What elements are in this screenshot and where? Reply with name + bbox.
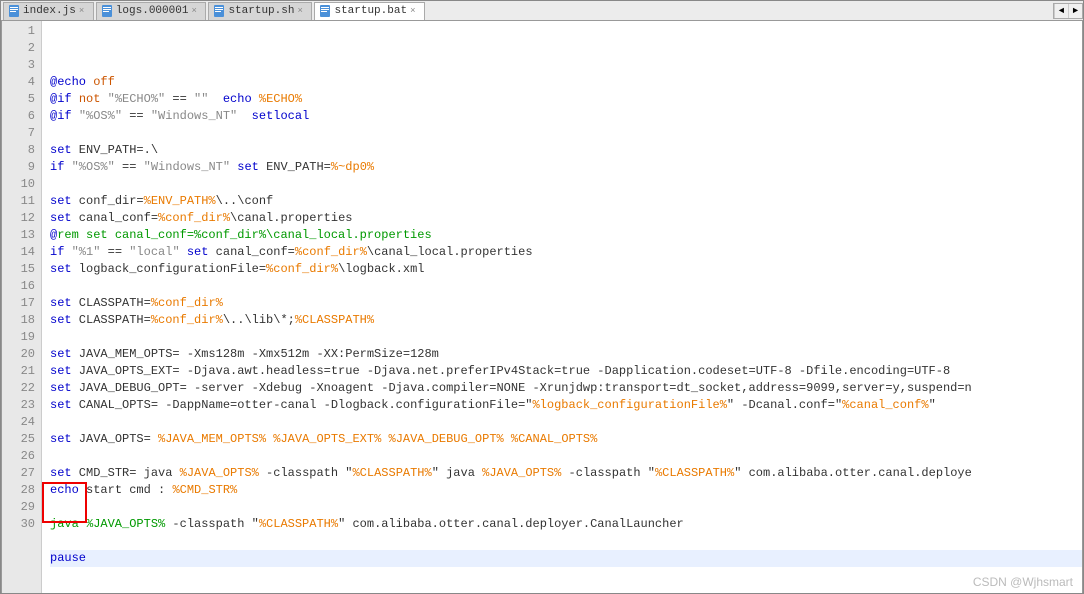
code-line: set JAVA_MEM_OPTS= -Xms128m -Xmx512m -XX…	[50, 346, 1082, 363]
close-icon[interactable]: ×	[79, 6, 89, 16]
line-number: 16	[4, 278, 35, 295]
line-number: 29	[4, 499, 35, 516]
line-number: 28	[4, 482, 35, 499]
line-number: 17	[4, 295, 35, 312]
code-line: set CLASSPATH=%conf_dir%\..\lib\*;%CLASS…	[50, 312, 1082, 329]
tab-index-js[interactable]: index.js×	[3, 2, 94, 20]
code-line: @echo off	[50, 74, 1082, 91]
code-line	[50, 567, 1082, 584]
code-line	[50, 125, 1082, 142]
code-line	[50, 499, 1082, 516]
line-number: 15	[4, 261, 35, 278]
line-number: 4	[4, 74, 35, 91]
code-line: @if not "%ECHO%" == "" echo %ECHO%	[50, 91, 1082, 108]
code-line: set canal_conf=%conf_dir%\canal.properti…	[50, 210, 1082, 227]
line-number: 2	[4, 40, 35, 57]
tab-startup-sh[interactable]: startup.sh×	[208, 2, 312, 20]
code-line: set logback_configurationFile=%conf_dir%…	[50, 261, 1082, 278]
code-line: set CLASSPATH=%conf_dir%	[50, 295, 1082, 312]
code-line: pause	[50, 550, 1082, 567]
code-line: set CMD_STR= java %JAVA_OPTS% -classpath…	[50, 465, 1082, 482]
tab-logs-000001[interactable]: logs.000001×	[96, 2, 207, 20]
line-number: 10	[4, 176, 35, 193]
line-number: 7	[4, 125, 35, 142]
code-line: @rem set canal_conf=%conf_dir%\canal_loc…	[50, 227, 1082, 244]
tab-nav-right[interactable]: ►	[1068, 4, 1082, 18]
line-number: 24	[4, 414, 35, 431]
tab-bar: index.js×logs.000001×startup.sh×startup.…	[1, 1, 1083, 21]
file-icon	[8, 5, 20, 17]
code-line	[50, 533, 1082, 550]
code-line	[50, 414, 1082, 431]
code-line: echo start cmd : %CMD_STR%	[50, 482, 1082, 499]
tab-label: startup.sh	[228, 5, 294, 17]
line-number: 14	[4, 244, 35, 261]
tab-nav-left[interactable]: ◄	[1054, 4, 1068, 18]
tab-label: startup.bat	[334, 5, 407, 17]
watermark: CSDN @Wjhsmart	[973, 575, 1073, 589]
file-icon	[319, 5, 331, 17]
line-gutter: 1234567891011121314151617181920212223242…	[2, 21, 42, 593]
line-number: 11	[4, 193, 35, 210]
line-number: 25	[4, 431, 35, 448]
tab-label: index.js	[23, 5, 76, 17]
line-number: 5	[4, 91, 35, 108]
code-line: java %JAVA_OPTS% -classpath "%CLASSPATH%…	[50, 516, 1082, 533]
close-icon[interactable]: ×	[191, 6, 201, 16]
tab-label: logs.000001	[116, 5, 189, 17]
line-number: 13	[4, 227, 35, 244]
code-line: if "%OS%" == "Windows_NT" set ENV_PATH=%…	[50, 159, 1082, 176]
code-line: set ENV_PATH=.\	[50, 142, 1082, 159]
line-number: 26	[4, 448, 35, 465]
code-area[interactable]: @echo off@if not "%ECHO%" == "" echo %EC…	[42, 21, 1082, 593]
line-number: 19	[4, 329, 35, 346]
line-number: 18	[4, 312, 35, 329]
code-line: set CANAL_OPTS= -DappName=otter-canal -D…	[50, 397, 1082, 414]
close-icon[interactable]: ×	[297, 6, 307, 16]
line-number: 23	[4, 397, 35, 414]
code-line	[50, 448, 1082, 465]
line-number: 20	[4, 346, 35, 363]
line-number: 1	[4, 23, 35, 40]
code-line	[50, 329, 1082, 346]
line-number: 22	[4, 380, 35, 397]
editor: 1234567891011121314151617181920212223242…	[1, 21, 1083, 593]
code-line: set JAVA_OPTS= %JAVA_MEM_OPTS% %JAVA_OPT…	[50, 431, 1082, 448]
line-number: 3	[4, 57, 35, 74]
code-line: set JAVA_OPTS_EXT= -Djava.awt.headless=t…	[50, 363, 1082, 380]
line-number: 6	[4, 108, 35, 125]
code-line	[50, 176, 1082, 193]
line-number: 8	[4, 142, 35, 159]
file-icon	[213, 5, 225, 17]
code-line	[50, 278, 1082, 295]
line-number: 21	[4, 363, 35, 380]
file-icon	[101, 5, 113, 17]
code-line: set JAVA_DEBUG_OPT= -server -Xdebug -Xno…	[50, 380, 1082, 397]
tab-startup-bat[interactable]: startup.bat×	[314, 2, 425, 20]
code-line: @if "%OS%" == "Windows_NT" setlocal	[50, 108, 1082, 125]
close-icon[interactable]: ×	[410, 6, 420, 16]
line-number: 9	[4, 159, 35, 176]
line-number: 12	[4, 210, 35, 227]
line-number: 30	[4, 516, 35, 533]
tab-nav-arrows: ◄ ►	[1053, 3, 1083, 19]
code-line: set conf_dir=%ENV_PATH%\..\conf	[50, 193, 1082, 210]
code-line: if "%1" == "local" set canal_conf=%conf_…	[50, 244, 1082, 261]
line-number: 27	[4, 465, 35, 482]
